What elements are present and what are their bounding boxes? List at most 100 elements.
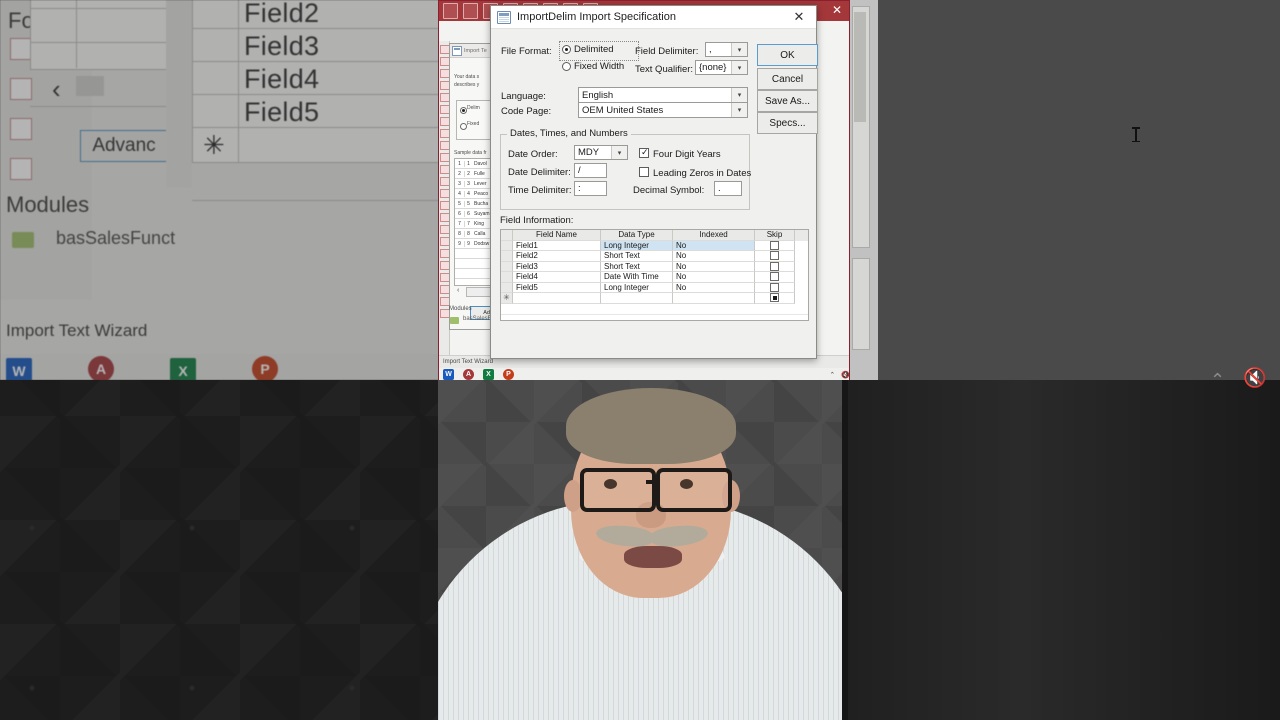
time-delimiter-input[interactable]: : [574,181,607,196]
cell-data-type-empty[interactable] [601,293,673,304]
volume-muted-icon[interactable]: 🔇 [841,371,849,379]
cell-data-type[interactable]: Short Text [601,251,673,262]
dialog-close-button[interactable]: ✕ [782,6,816,28]
cell-a: 1 [467,160,470,167]
skip-checkbox[interactable] [770,282,779,292]
presenter-eye-right [680,479,693,489]
taskbar-powerpoint-button[interactable]: P [503,369,514,380]
secondary-scrollbar[interactable] [852,258,870,350]
row-selector[interactable] [501,282,513,293]
cell-field-name[interactable]: Field1 [513,240,601,251]
new-record-row[interactable]: ✳ [501,293,808,304]
chevron-down-icon[interactable]: ▾ [611,146,627,159]
cell-skip[interactable] [755,272,795,283]
row-selector[interactable] [501,251,513,262]
skip-checkbox[interactable] [770,293,779,303]
taskbar-excel-button[interactable]: X [483,369,494,380]
cell-indexed[interactable]: No [673,272,755,283]
four-digit-years-checkbox[interactable] [639,147,649,158]
cell-a: 2 [467,170,470,177]
row-selector[interactable] [501,240,513,251]
table-row[interactable]: Field3 Short Text No [501,261,808,272]
chevron-down-icon[interactable]: ▾ [731,61,747,74]
show-hidden-icons-icon[interactable]: ⌃ [1210,370,1225,391]
language-combo[interactable]: English ▾ [578,87,748,103]
cell-indexed[interactable]: No [673,251,755,262]
row-selector[interactable] [501,261,513,272]
taskbar-excel-icon[interactable]: X [170,358,196,380]
cell-field-name[interactable]: Field4 [513,272,601,283]
cell-skip[interactable] [755,282,795,293]
wizard-delimited-radio[interactable] [460,107,467,114]
chevron-down-icon[interactable]: ▾ [731,88,747,102]
new-record-marker[interactable]: ✳ [501,293,513,304]
cell-indexed[interactable]: No [673,240,755,251]
cell-skip[interactable] [755,240,795,251]
table-row[interactable]: Field2 Short Text No [501,251,808,262]
field-delimiter-combo[interactable]: , ▾ [705,42,748,57]
column-header-skip[interactable]: Skip [755,230,795,241]
skip-checkbox[interactable] [770,261,779,271]
leading-zeros-checkbox[interactable] [639,167,649,177]
cell-data-type[interactable]: Date With Time [601,272,673,283]
app-close-button[interactable]: ✕ [829,3,845,18]
cell-skip-empty[interactable] [755,293,795,304]
leading-zeros-label: Leading Zeros in Dates [653,168,752,179]
chevron-down-icon[interactable]: ▾ [731,103,747,117]
column-header-data-type[interactable]: Data Type [601,230,673,241]
decimal-symbol-input[interactable]: . [714,181,742,196]
dates-group-caption: Dates, Times, and Numbers [507,128,631,139]
cell-indexed[interactable]: No [673,282,755,293]
cell-data-type[interactable]: Short Text [601,261,673,272]
skip-checkbox[interactable] [770,272,779,282]
cell-data-type[interactable]: Long Integer [601,282,673,293]
text-qualifier-combo[interactable]: {none} ▾ [695,60,748,75]
show-hidden-icons-icon[interactable]: ⌃ [829,371,835,379]
backdrop-modules-header: Modules [6,192,90,217]
cancel-button[interactable]: Cancel [757,68,818,90]
volume-muted-icon[interactable]: 🔇 [1243,366,1267,390]
undo-icon[interactable] [463,3,478,19]
wizard-back-arrow[interactable]: ‹ [457,287,459,294]
column-header-indexed[interactable]: Indexed [673,230,755,241]
column-header-field-name[interactable]: Field Name [513,230,601,241]
chevron-down-icon[interactable]: ▾ [731,43,747,56]
cell-field-name[interactable]: Field3 [513,261,601,272]
code-page-combo[interactable]: OEM United States ▾ [578,102,748,118]
save-icon[interactable] [443,3,458,19]
table-row[interactable]: Field4 Date With Time No [501,272,808,283]
code-page-value: OEM United States [582,104,664,116]
backdrop-advanced-button[interactable]: Advanc [80,130,168,162]
skip-checkbox[interactable] [770,251,779,261]
specs-button[interactable]: Specs... [757,112,818,134]
cell-indexed[interactable]: No [673,261,755,272]
backdrop-module-item: basSalesFunct [56,228,176,248]
cell-field-name[interactable]: Field2 [513,251,601,262]
taskbar-word-icon[interactable]: W [6,358,32,380]
delimited-radio[interactable] [562,45,571,54]
field-information-grid[interactable]: Field Name Data Type Indexed Skip Field1… [500,229,809,321]
cell-data-type[interactable]: Long Integer [601,240,673,251]
skip-checkbox[interactable] [770,240,779,250]
cell-field-name[interactable]: Field5 [513,282,601,293]
cell-indexed-empty[interactable] [673,293,755,304]
row-selector[interactable] [501,272,513,283]
scroll-thumb[interactable] [854,12,866,122]
table-row[interactable]: Field1 Long Integer No [501,240,808,251]
date-order-combo[interactable]: MDY ▾ [574,145,628,160]
table-row[interactable]: Field5 Long Integer No [501,282,808,293]
cell-skip[interactable] [755,261,795,272]
cell-field-name-empty[interactable] [513,293,601,304]
presenter [438,380,848,720]
date-delimiter-input[interactable]: / [574,163,607,178]
taskbar-powerpoint-icon[interactable]: P [252,356,278,380]
ok-button[interactable]: OK [757,44,818,66]
wizard-fixed-width-radio[interactable] [460,123,467,130]
fixed-width-radio[interactable] [562,62,571,71]
save-as-button[interactable]: Save As... [757,90,818,112]
taskbar-access-button[interactable]: A [463,369,474,380]
taskbar-word-button[interactable]: W [443,369,454,380]
wizard-fixed-width-label: Fixed [467,121,480,127]
taskbar-access-icon[interactable]: A [88,356,114,380]
cell-skip[interactable] [755,251,795,262]
